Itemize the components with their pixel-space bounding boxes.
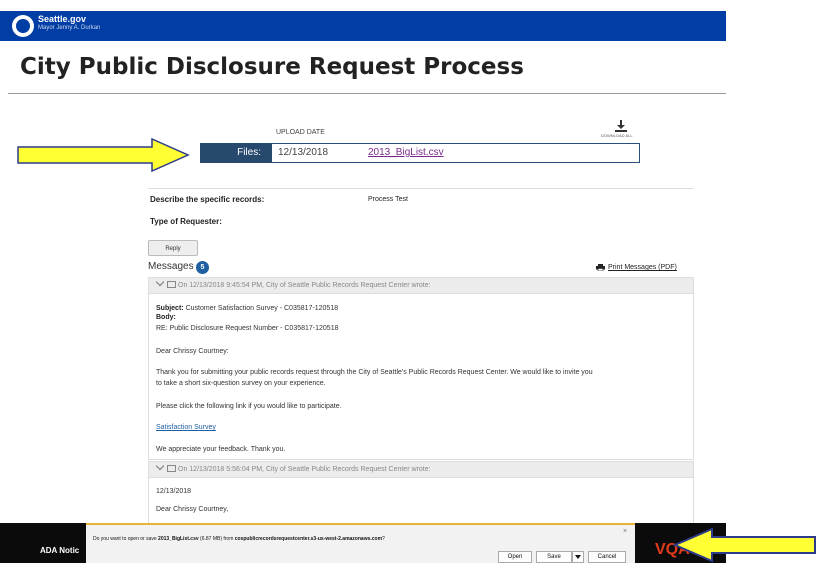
message-closing: We appreciate your feedback. Thank you. xyxy=(156,446,286,453)
messages-count-badge: 5 xyxy=(196,261,209,274)
message-paragraph: Thank you for submitting your public rec… xyxy=(156,369,593,376)
brand-name[interactable]: Seattle.gov xyxy=(38,14,86,24)
seattle-seal-icon[interactable] xyxy=(12,15,34,37)
files-label: Files: xyxy=(200,143,272,163)
file-link[interactable]: 2013_BigList.csv xyxy=(368,143,444,163)
body-label: Body: xyxy=(156,314,176,321)
ada-notice-link[interactable]: ADA Notic xyxy=(40,546,79,555)
site-header-bar xyxy=(0,11,726,41)
file-upload-date: 12/13/2018 xyxy=(278,147,329,158)
save-options-dropdown[interactable] xyxy=(572,551,584,563)
cancel-button[interactable]: Cancel xyxy=(588,551,626,563)
message-greeting: Dear Chrissy Courtney: xyxy=(156,348,229,355)
yellow-arrow-left-icon xyxy=(672,527,816,563)
upload-date-header: UPLOAD DATE xyxy=(276,129,325,136)
messages-heading: Messages xyxy=(148,261,194,272)
download-prompt-message: Do you want to open or save 2013_BigList… xyxy=(93,536,385,542)
message-greeting: Dear Chrissy Courtney, xyxy=(156,506,229,513)
message-header-text: On 12/13/2018 9:45:54 PM, City of Seattl… xyxy=(178,282,431,289)
save-button[interactable]: Save xyxy=(536,551,572,563)
requester-type-label: Type of Requester: xyxy=(150,217,222,226)
download-all-label[interactable]: DOWNLOAD ALL xyxy=(601,133,633,138)
open-button[interactable]: Open xyxy=(498,551,532,563)
envelope-icon xyxy=(167,280,176,288)
message-header[interactable]: On 12/13/2018 5:56:04 PM, City of Seattl… xyxy=(149,461,693,478)
close-icon[interactable]: × xyxy=(623,528,627,535)
records-label: Describe the specific records: xyxy=(150,195,265,204)
message-card: On 12/13/2018 9:45:54 PM, City of Seattl… xyxy=(148,277,694,460)
yellow-arrow-right-icon xyxy=(17,137,190,173)
envelope-icon xyxy=(167,464,176,472)
print-messages-link[interactable]: Print Messages (PDF) xyxy=(608,264,677,271)
chevron-down-icon[interactable] xyxy=(155,461,165,471)
chevron-down-icon[interactable] xyxy=(155,277,165,287)
message-paragraph: to take a short six-question survey on y… xyxy=(156,380,326,387)
page-title: City Public Disclosure Request Process xyxy=(20,54,524,80)
caret-down-icon xyxy=(575,555,581,559)
satisfaction-survey-link[interactable]: Satisfaction Survey xyxy=(156,424,216,431)
message-date: 12/13/2018 xyxy=(156,488,192,495)
message-paragraph: Please click the following link if you w… xyxy=(156,403,342,410)
message-subject: Customer Satisfaction Survey - C035817-1… xyxy=(185,305,339,312)
message-header-text: On 12/13/2018 5:56:04 PM, City of Seattl… xyxy=(178,466,431,473)
message-card: On 12/13/2018 5:56:04 PM, City of Seattl… xyxy=(148,461,694,523)
printer-icon[interactable] xyxy=(596,264,605,271)
divider xyxy=(8,93,726,94)
message-re-line: RE: Public Disclosure Request Number - C… xyxy=(156,325,339,332)
download-all-icon[interactable] xyxy=(614,119,628,133)
subject-label: Subject: xyxy=(156,305,184,312)
divider xyxy=(148,188,694,189)
message-header[interactable]: On 12/13/2018 9:45:54 PM, City of Seattl… xyxy=(149,277,693,294)
records-value: Process Test xyxy=(368,196,408,203)
mayor-name: Mayor Jenny A. Durkan xyxy=(38,25,101,31)
reply-button[interactable]: Reply xyxy=(148,240,198,256)
